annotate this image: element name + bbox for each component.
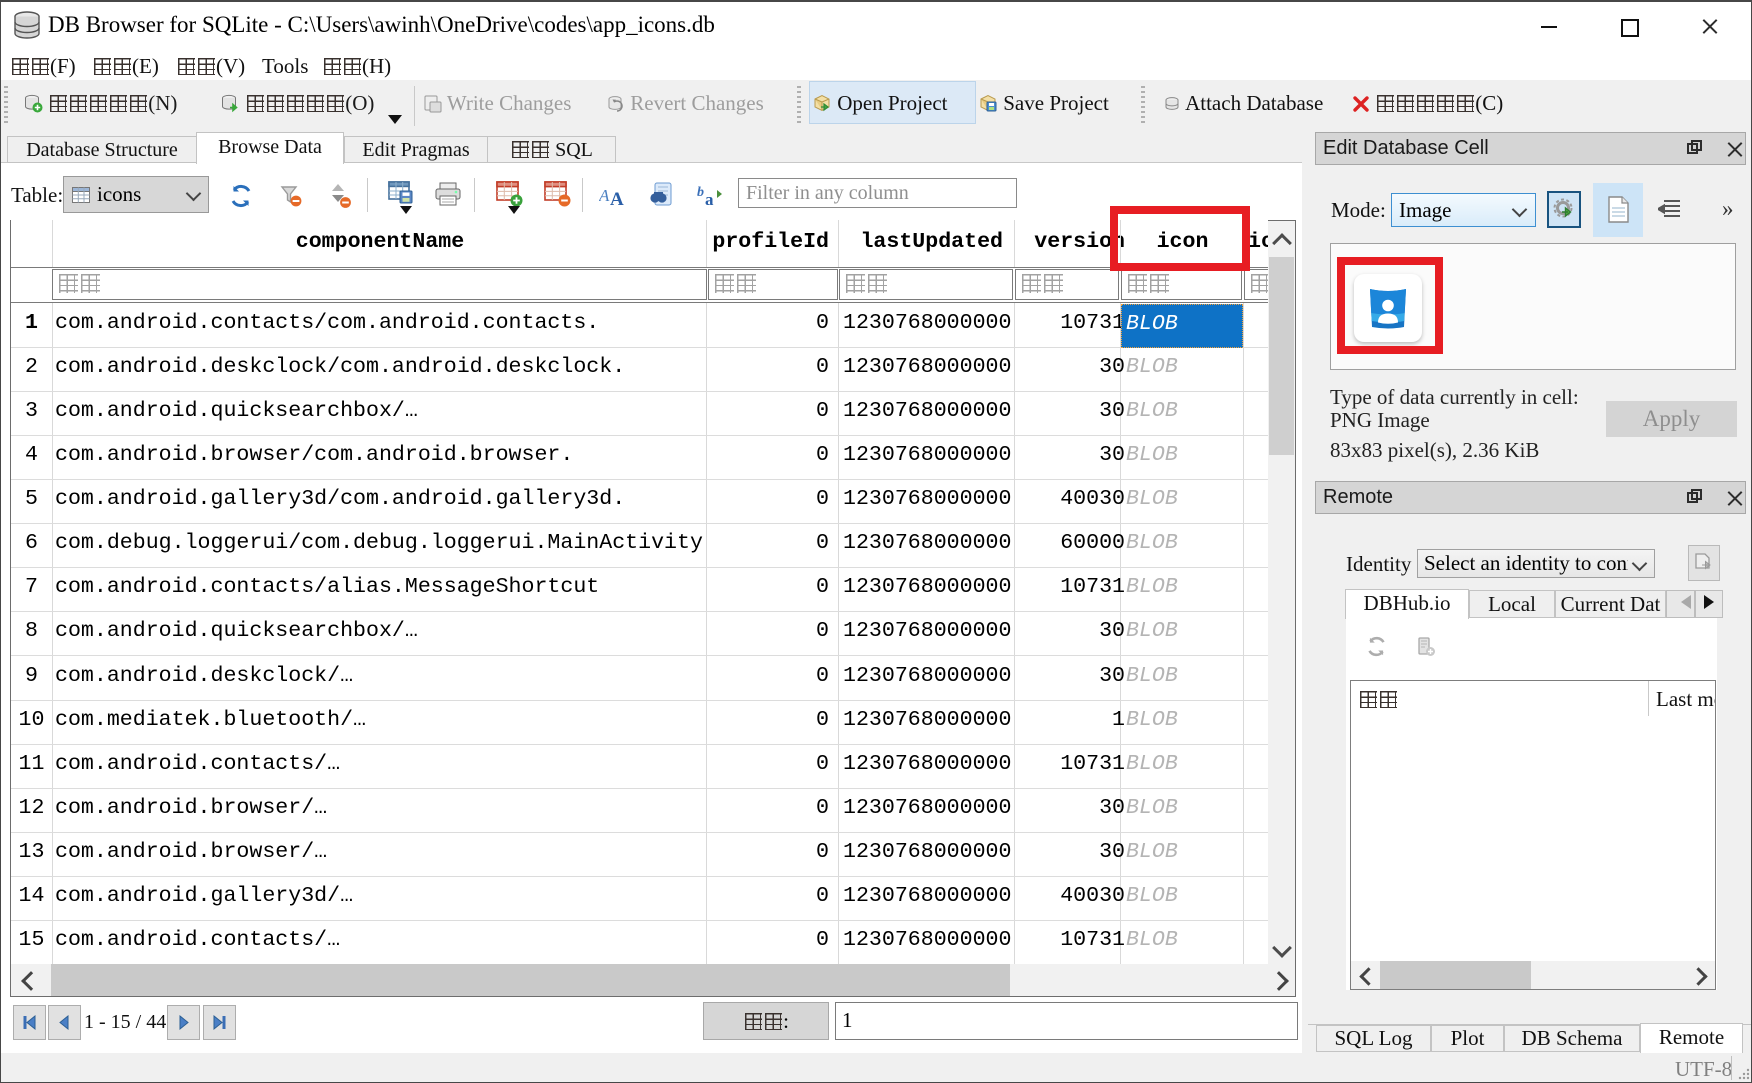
- svg-text:b: b: [697, 185, 704, 200]
- svg-text:A: A: [610, 189, 624, 207]
- svg-text:A: A: [599, 186, 610, 205]
- svg-text:a: a: [705, 190, 714, 208]
